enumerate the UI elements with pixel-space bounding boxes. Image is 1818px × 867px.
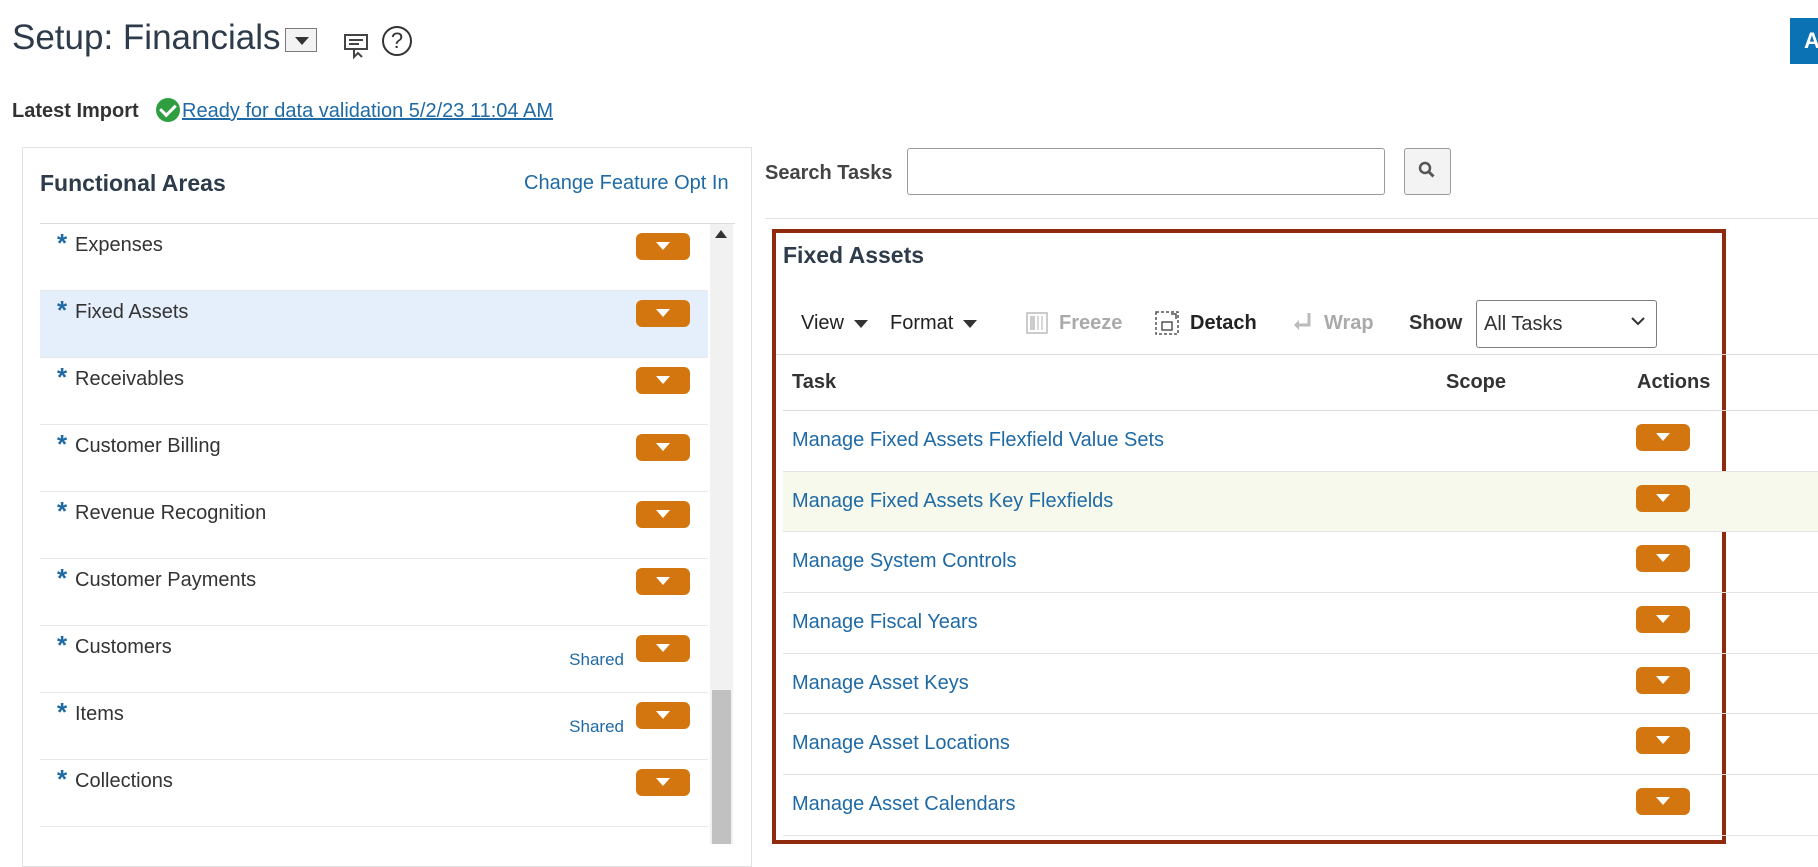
- functional-areas-title: Functional Areas: [40, 170, 226, 196]
- task-link[interactable]: Manage Fixed Assets Key Flexfields: [792, 490, 1113, 513]
- task-link[interactable]: Manage Asset Locations: [792, 732, 1010, 755]
- view-menu-label: View: [801, 312, 844, 334]
- chevron-down-icon: [1631, 317, 1645, 326]
- table-row: Manage Fixed Assets Flexfield Value Sets: [783, 411, 1818, 472]
- table-divider: [776, 354, 1818, 355]
- freeze-button[interactable]: Freeze: [1059, 312, 1122, 335]
- task-actions-button[interactable]: [1636, 788, 1690, 816]
- change-feature-opt-in-link[interactable]: Change Feature Opt In: [524, 172, 729, 195]
- format-menu[interactable]: Format: [890, 312, 978, 335]
- task-actions-button[interactable]: [1636, 424, 1690, 451]
- functional-area-label: Revenue Recognition: [75, 502, 267, 524]
- search-tasks-input[interactable]: [907, 148, 1385, 195]
- check-circle-icon: [156, 98, 180, 122]
- shared-label: Shared: [569, 717, 624, 736]
- wrap-icon: [1294, 313, 1311, 330]
- table-row: Manage Fiscal Years: [783, 593, 1818, 654]
- help-icon[interactable]: ?: [382, 26, 412, 56]
- format-menu-label: Format: [890, 312, 954, 334]
- detach-icon: [1155, 311, 1179, 335]
- detach-button[interactable]: Detach: [1190, 312, 1257, 335]
- functional-area-row[interactable]: * Items Shared: [40, 693, 708, 760]
- functional-area-row[interactable]: * Revenue Recognition: [40, 492, 708, 559]
- actions-dropdown-button[interactable]: [636, 501, 690, 528]
- page-title: Setup: Financials: [12, 18, 281, 57]
- actions-dropdown-button[interactable]: [636, 568, 690, 595]
- title-dropdown-button[interactable]: [285, 28, 317, 52]
- panel-divider: [765, 218, 1818, 219]
- required-star-icon: *: [57, 228, 68, 258]
- latest-import-label: Latest Import: [12, 100, 139, 122]
- required-star-icon: *: [57, 496, 68, 526]
- task-link[interactable]: Manage Fixed Assets Flexfield Value Sets: [792, 429, 1164, 452]
- column-header-actions: Actions: [1637, 371, 1711, 393]
- scroll-up-icon[interactable]: [715, 230, 727, 238]
- required-star-icon: *: [57, 295, 68, 325]
- import-status-link[interactable]: Ready for data validation 5/2/23 11:04 A…: [182, 100, 553, 123]
- task-actions-button[interactable]: [1636, 727, 1690, 755]
- table-row-highlighted: Manage Fixed Assets Key Flexfields: [783, 471, 1818, 533]
- functional-area-row[interactable]: * Customer Billing: [40, 425, 708, 492]
- task-link[interactable]: Manage System Controls: [792, 550, 1017, 573]
- required-star-icon: *: [57, 362, 68, 392]
- required-star-icon: *: [57, 429, 68, 459]
- view-menu[interactable]: View: [801, 312, 868, 335]
- shared-label: Shared: [569, 650, 624, 669]
- functional-area-label: Customer Billing: [75, 435, 221, 457]
- caret-down-icon: [963, 319, 978, 328]
- functional-area-label: Receivables: [75, 368, 184, 390]
- functional-area-row[interactable]: * Receivables: [40, 358, 708, 425]
- functional-area-label: Fixed Assets: [75, 301, 189, 323]
- table-row: Manage Asset Keys: [783, 654, 1818, 715]
- task-link[interactable]: Manage Asset Keys: [792, 672, 969, 695]
- actions-dropdown-button[interactable]: [636, 300, 690, 327]
- task-actions-button[interactable]: [1636, 666, 1690, 694]
- task-actions-button[interactable]: [1636, 484, 1690, 512]
- functional-area-label: Collections: [75, 770, 173, 792]
- actions-dropdown-button[interactable]: [636, 702, 690, 729]
- functional-area-row[interactable]: * Customers Shared: [40, 626, 708, 693]
- functional-areas-list: * Expenses * Fixed Assets * Receivables …: [40, 224, 708, 827]
- actions-dropdown-button[interactable]: [636, 635, 690, 662]
- task-table: Manage Fixed Assets Flexfield Value Sets…: [783, 411, 1818, 836]
- wrap-button[interactable]: Wrap: [1324, 312, 1374, 335]
- task-actions-button[interactable]: [1636, 606, 1690, 634]
- task-link[interactable]: Manage Asset Calendars: [792, 793, 1015, 816]
- freeze-icon: [1026, 312, 1048, 334]
- actions-dropdown-button[interactable]: [636, 769, 690, 796]
- functional-area-row-selected[interactable]: * Fixed Assets: [40, 291, 708, 358]
- actions-dropdown-button[interactable]: [636, 367, 690, 394]
- table-row: Manage Asset Calendars: [783, 775, 1818, 836]
- show-label: Show: [1409, 312, 1463, 334]
- functional-area-label: Customers: [75, 636, 172, 658]
- scrollbar-thumb[interactable]: [712, 690, 731, 844]
- functional-area-row[interactable]: * Expenses: [40, 224, 708, 291]
- caret-down-icon: [854, 319, 868, 328]
- show-filter-value: All Tasks: [1484, 313, 1563, 335]
- functional-area-label: Items: [75, 703, 124, 725]
- search-tasks-label: Search Tasks: [765, 162, 893, 184]
- required-star-icon: *: [57, 630, 68, 660]
- task-link[interactable]: Manage Fiscal Years: [792, 611, 978, 634]
- tasks-panel-title: Fixed Assets: [783, 242, 925, 268]
- required-star-icon: *: [57, 563, 68, 593]
- required-star-icon: *: [57, 697, 68, 727]
- search-icon[interactable]: [1418, 161, 1435, 178]
- column-header-task[interactable]: Task: [792, 371, 836, 394]
- top-right-button[interactable]: A: [1790, 18, 1818, 64]
- table-row: Manage Asset Locations: [783, 714, 1818, 776]
- column-header-scope[interactable]: Scope: [1446, 371, 1506, 394]
- required-star-icon: *: [57, 764, 68, 794]
- task-actions-button[interactable]: [1636, 545, 1690, 573]
- actions-dropdown-button[interactable]: [636, 233, 690, 260]
- actions-dropdown-button[interactable]: [636, 434, 690, 461]
- table-row: Manage System Controls: [783, 532, 1818, 594]
- functional-area-row[interactable]: * Collections: [40, 760, 708, 827]
- functional-area-label: Customer Payments: [75, 569, 257, 591]
- functional-area-label: Expenses: [75, 234, 163, 256]
- functional-area-row[interactable]: * Customer Payments: [40, 559, 708, 626]
- task-list-icon[interactable]: [342, 30, 372, 60]
